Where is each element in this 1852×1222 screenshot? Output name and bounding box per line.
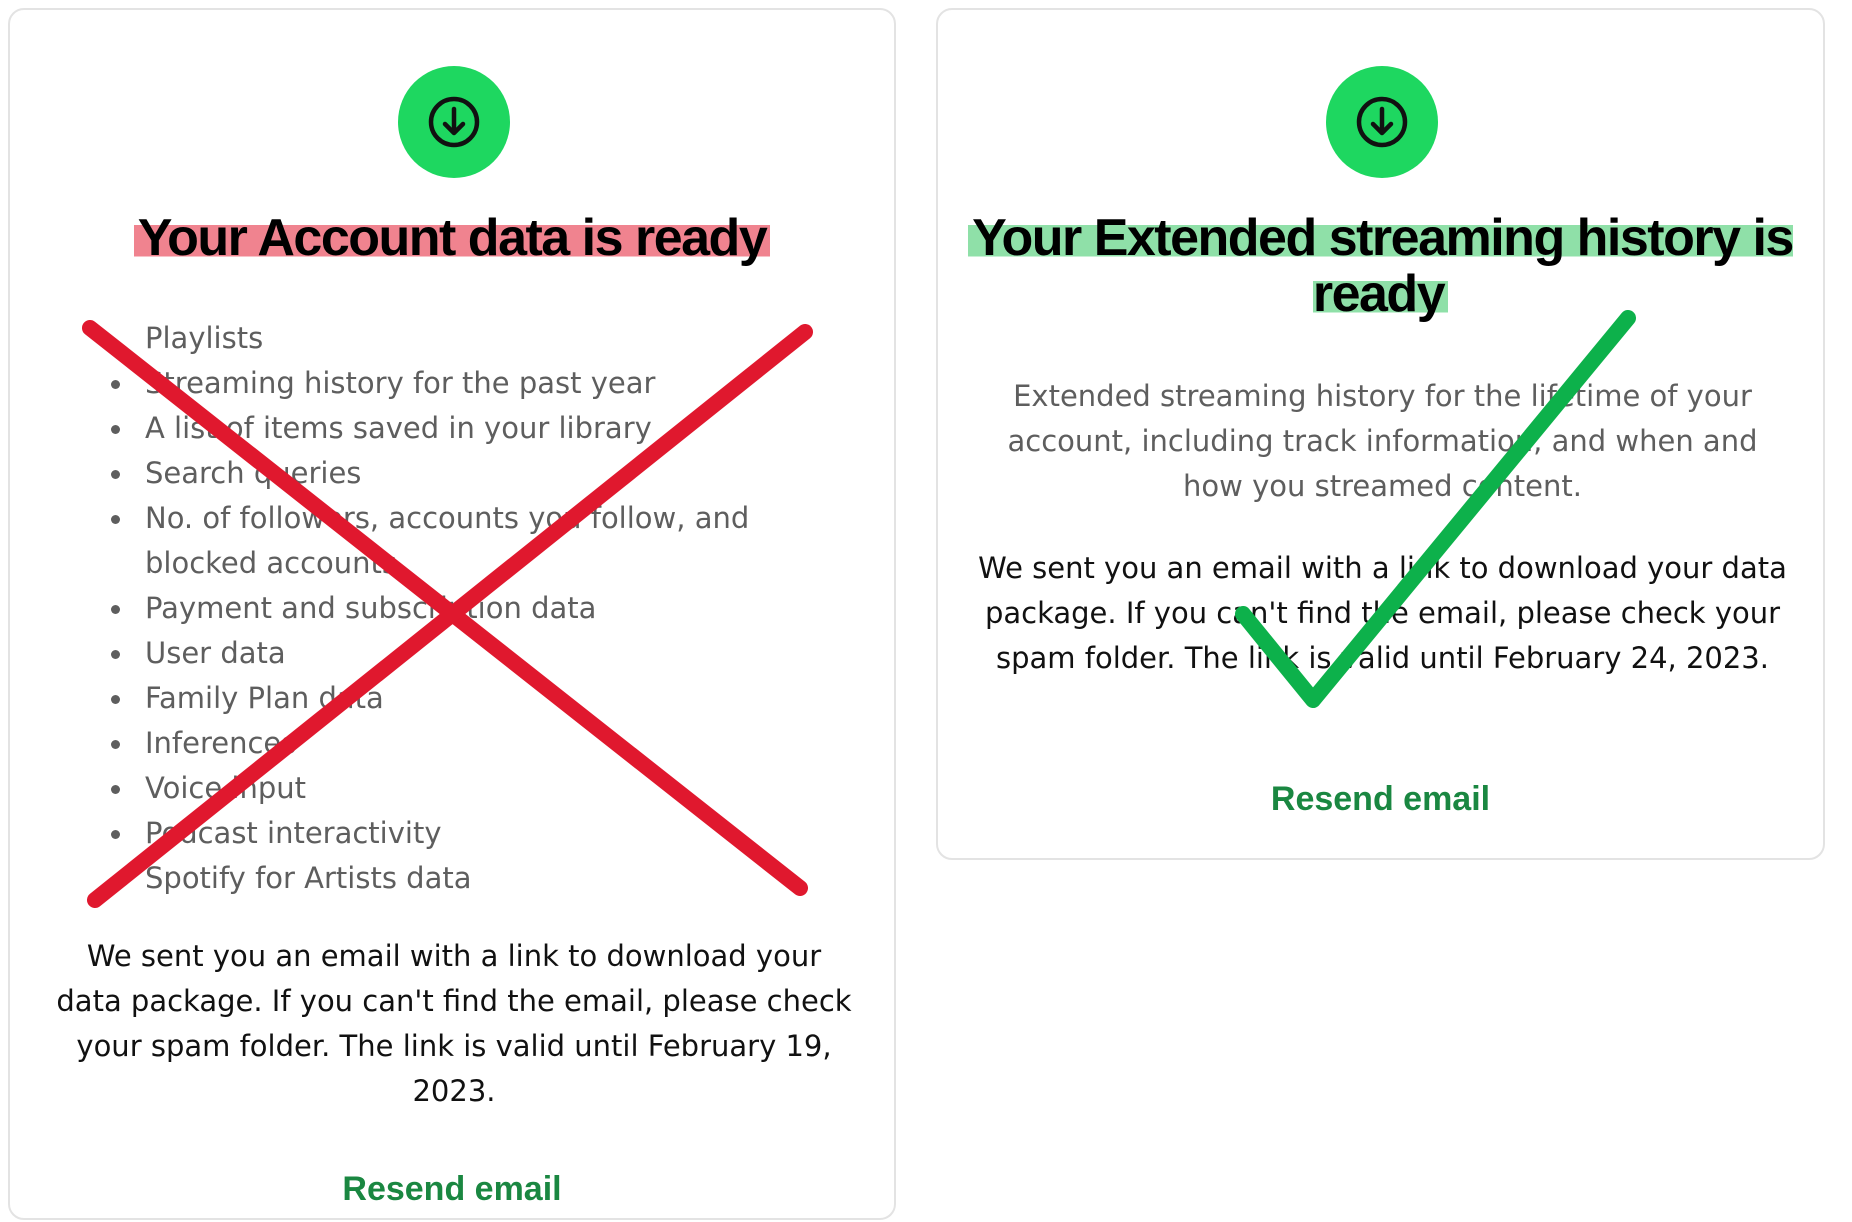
list-item: No. of followers, accounts you follow, a… bbox=[111, 496, 825, 586]
list-item: Podcast interactivity bbox=[111, 811, 825, 856]
account-resend-email-button[interactable]: Resend email bbox=[10, 1170, 894, 1209]
list-item: Search queries bbox=[111, 451, 825, 496]
account-data-items-list: Playlists Streaming history for the past… bbox=[90, 316, 825, 901]
list-item: A list of items saved in your library bbox=[111, 406, 825, 451]
extended-history-title: Your Extended streaming history is ready bbox=[938, 209, 1823, 323]
list-item: Family Plan data bbox=[111, 676, 825, 721]
list-item: Spotify for Artists data bbox=[111, 856, 825, 901]
list-item: Playlists bbox=[145, 321, 264, 355]
download-circle-icon bbox=[1326, 66, 1438, 178]
account-email-notice: We sent you an email with a link to down… bbox=[56, 939, 852, 1108]
account-data-title: Your Account data is ready bbox=[10, 209, 894, 267]
list-item: Voice input bbox=[111, 766, 825, 811]
list-item: User data bbox=[111, 631, 825, 676]
extended-email-notice: We sent you an email with a link to down… bbox=[978, 551, 1787, 675]
extended-resend-email-button[interactable]: Resend email bbox=[938, 780, 1823, 819]
account-data-card: Your Account data is ready Playlists Str… bbox=[8, 8, 896, 1220]
extended-history-description: Extended streaming history for the lifet… bbox=[1007, 379, 1758, 503]
download-circle-icon bbox=[398, 66, 510, 178]
list-item: Inferences bbox=[111, 721, 825, 766]
list-item: Streaming history for the past year bbox=[111, 361, 825, 406]
list-item: Payment and subscription data bbox=[111, 586, 825, 631]
extended-history-card: Your Extended streaming history is ready… bbox=[936, 8, 1825, 860]
